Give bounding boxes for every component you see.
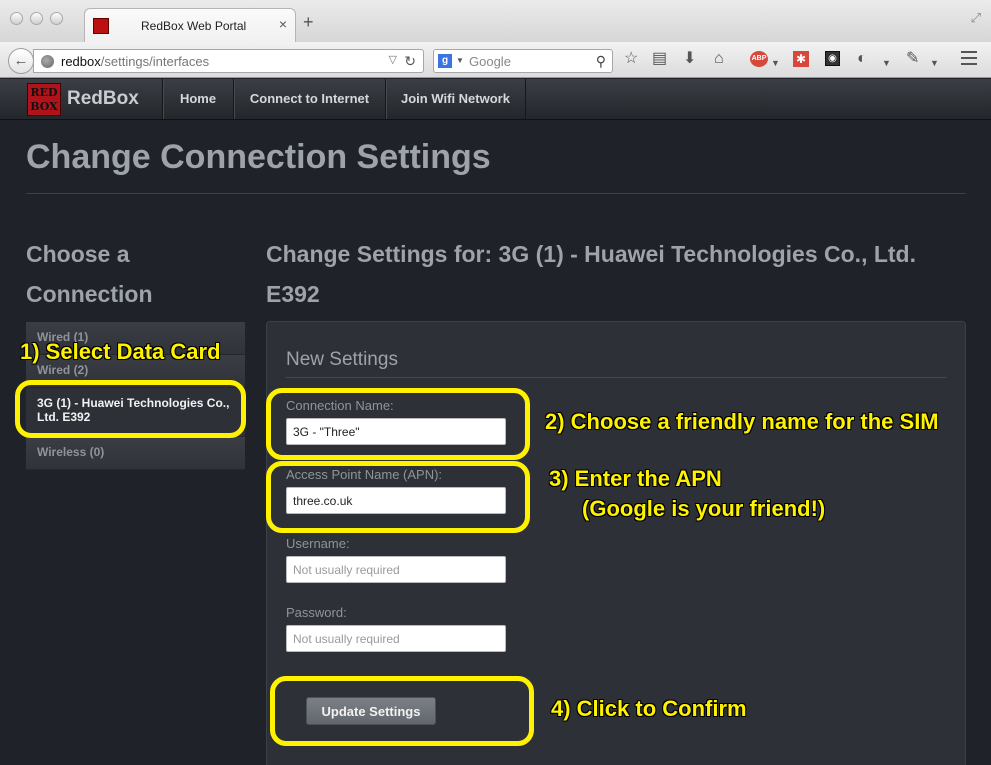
menu-icon[interactable] [961, 51, 977, 65]
annotation-step-2: 2) Choose a friendly name for the SIM [545, 409, 939, 434]
password-label: Password: [286, 605, 347, 620]
back-button[interactable]: ← [8, 48, 34, 74]
annotation-step-1: 1) Select Data Card [20, 339, 221, 364]
window-zoom-button[interactable] [50, 12, 63, 25]
annotation-ring-data-card [15, 380, 246, 438]
redbox-favicon-icon [93, 18, 109, 34]
password-input[interactable] [286, 625, 506, 652]
google-engine-icon[interactable]: g [438, 54, 452, 68]
extension-red-icon[interactable]: ✱ [793, 51, 809, 67]
reload-icon[interactable]: ↻ [404, 53, 416, 70]
tab-close-icon[interactable]: × [279, 16, 287, 32]
nav-connect-to-internet[interactable]: Connect to Internet [233, 79, 385, 119]
annotation-ring-update-button [270, 676, 534, 746]
globe-icon [41, 55, 54, 68]
search-icon[interactable]: ⚲ [596, 53, 606, 70]
brand-name[interactable]: RedBox [67, 88, 139, 110]
bookmark-star-icon[interactable]: ☆ [624, 50, 638, 68]
fullscreen-icon[interactable]: ⤢ [971, 10, 981, 26]
panel-title: New Settings [286, 349, 398, 370]
sidebar-heading: Choose a Connection [26, 241, 153, 307]
nav-home[interactable]: Home [162, 79, 233, 119]
url-text[interactable]: redbox/settings/interfaces [61, 54, 209, 69]
window-close-button[interactable] [10, 12, 23, 25]
annotation-ring-apn [266, 461, 530, 533]
browser-navbar: redbox/settings/interfaces ▽ ↻ ← g ▼ Goo… [0, 42, 991, 78]
page-title: Change Connection Settings [26, 138, 491, 176]
extension-dropdown-icon[interactable]: ▼ [882, 54, 891, 72]
username-label: Username: [286, 536, 350, 551]
adblock-dropdown-icon[interactable]: ▼ [771, 54, 780, 72]
annotation-step-3: 3) Enter the APN [549, 466, 722, 491]
bookmarks-list-icon[interactable]: ▤ [652, 50, 667, 68]
tab-title: RedBox Web Portal [141, 19, 247, 33]
nav-join-wifi-network[interactable]: Join Wifi Network [385, 79, 526, 119]
new-tab-icon[interactable]: + [303, 13, 314, 31]
annotation-step-4: 4) Click to Confirm [551, 696, 747, 721]
connection-item-wireless[interactable]: Wireless (0) [26, 437, 245, 470]
window-minimize-button[interactable] [30, 12, 43, 25]
search-input[interactable]: Google [469, 54, 511, 69]
downloads-icon[interactable]: ⬇ [683, 50, 696, 68]
username-input[interactable] [286, 556, 506, 583]
annotation-step-3-note: (Google is your friend!) [582, 496, 826, 521]
panel-divider [286, 377, 946, 378]
extension-tools-icon[interactable]: ✎ [906, 50, 919, 68]
search-bar[interactable]: g ▼ Google ⚲ [433, 49, 613, 73]
search-engine-dropdown-icon[interactable]: ▼ [456, 56, 464, 65]
redbox-logo[interactable]: RED BOX [27, 83, 61, 116]
url-bar[interactable]: redbox/settings/interfaces ▽ ↻ [33, 49, 424, 73]
main-heading: Change Settings for: 3G (1) - Huawei Tec… [266, 241, 916, 307]
home-icon[interactable]: ⌂ [714, 50, 724, 68]
app-navbar: RED BOX RedBox Home Connect to Internet … [0, 79, 991, 120]
screenshot-extension-icon[interactable]: ◉ [825, 51, 840, 66]
tools-dropdown-icon[interactable]: ▼ [930, 54, 939, 72]
adblock-icon[interactable]: ABP [750, 51, 768, 67]
title-divider [26, 193, 966, 194]
extension-lock-icon[interactable]: ◐ [857, 50, 867, 68]
annotation-ring-connection-name [266, 388, 530, 460]
url-dropdown-icon[interactable]: ▽ [389, 53, 397, 66]
browser-tab[interactable]: RedBox Web Portal × [84, 8, 296, 42]
browser-titlebar: RedBox Web Portal × + ⤢ [0, 0, 991, 42]
